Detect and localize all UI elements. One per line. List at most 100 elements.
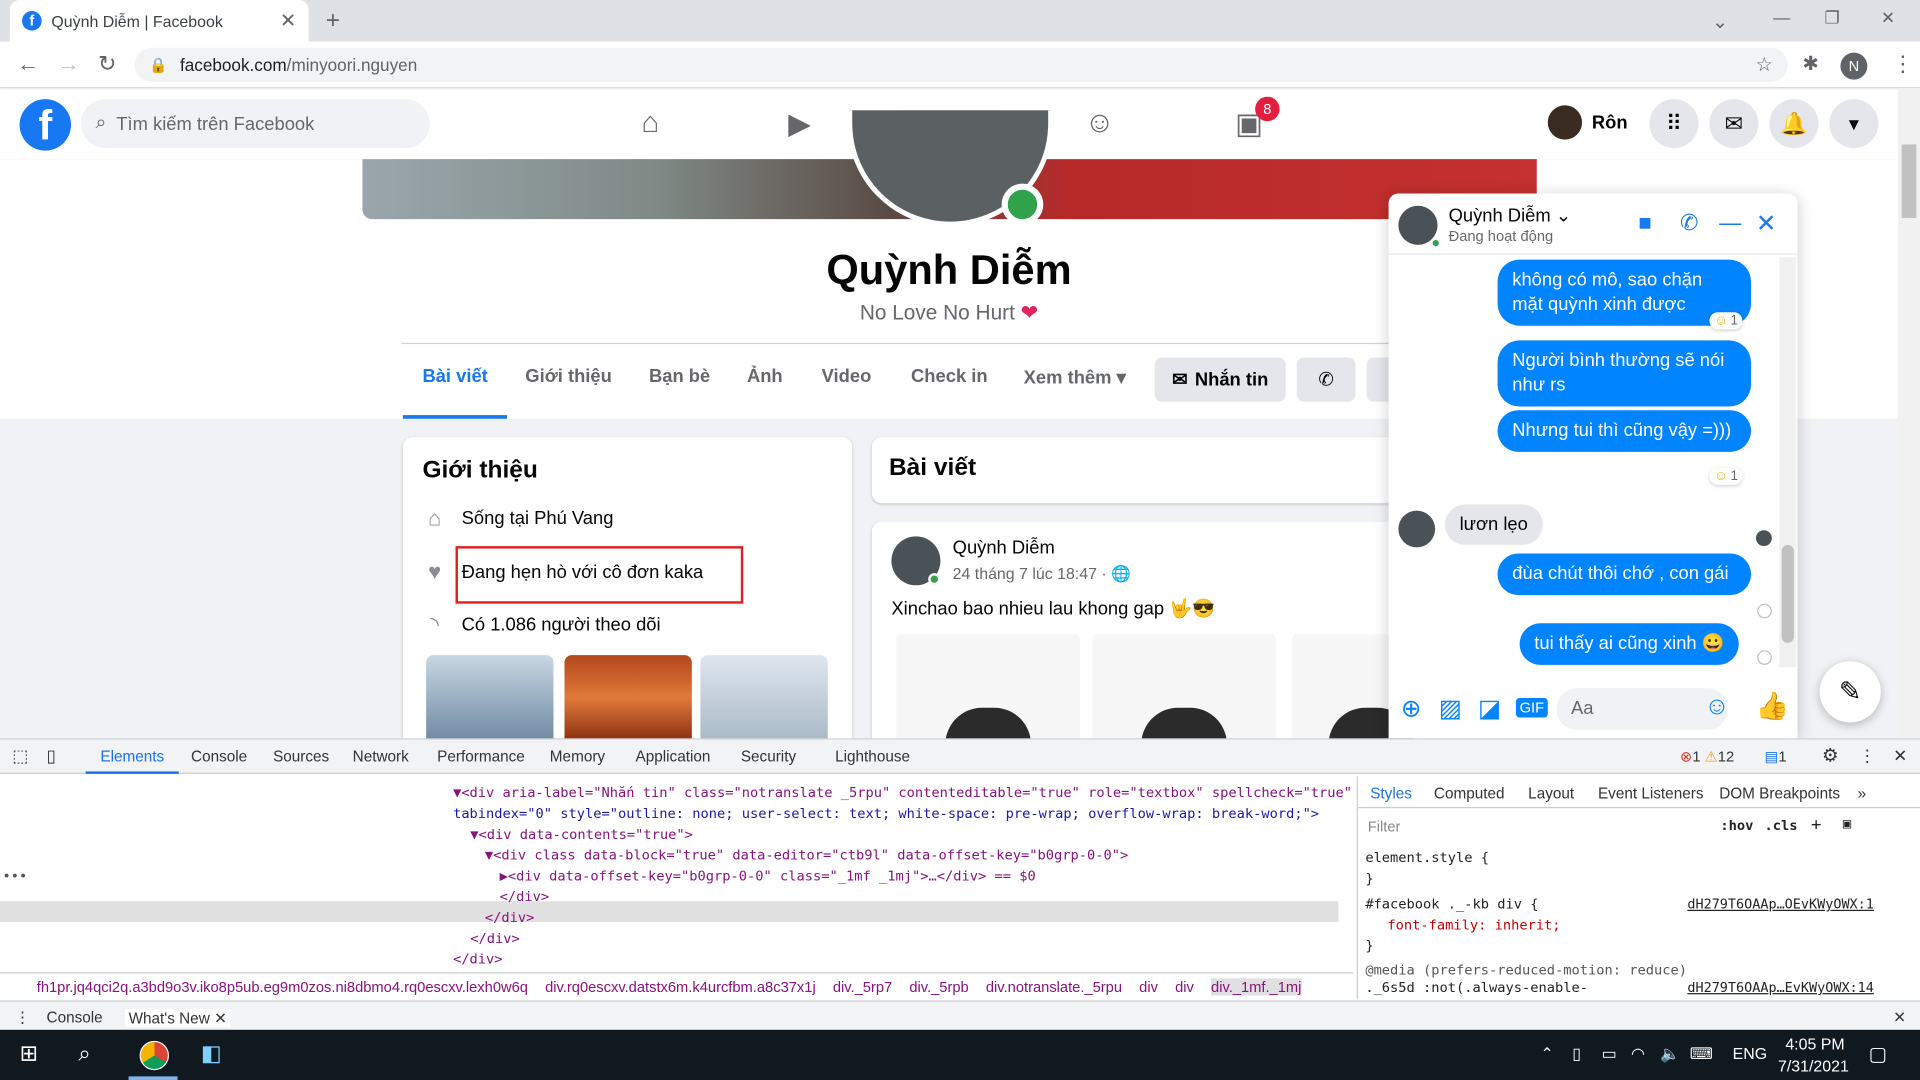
tab-more[interactable]: Xem thêm ▾	[1024, 366, 1126, 388]
styles-filter-input[interactable]: Filter	[1363, 813, 1706, 840]
sidebar-toggle-icon[interactable]: ▣	[1843, 816, 1851, 832]
account-dropdown-icon[interactable]: ▼	[1829, 99, 1879, 149]
drawer-tab-console[interactable]: Console	[47, 1009, 103, 1026]
sticker-icon[interactable]: ◪	[1478, 693, 1501, 724]
tab-console[interactable]: Console	[191, 748, 247, 765]
more-options-icon[interactable]: ⋮	[1859, 746, 1876, 767]
tab-event-listeners[interactable]: Event Listeners	[1598, 785, 1704, 802]
chrome-taskbar-icon[interactable]	[139, 1040, 169, 1071]
profile-avatar[interactable]: N	[1840, 52, 1868, 80]
language-indicator[interactable]: ENG	[1733, 1044, 1767, 1062]
tab-checkin[interactable]: Check in	[911, 366, 988, 387]
menu-grid-icon[interactable]: ⠿	[1649, 99, 1699, 149]
plus-icon[interactable]: ⊕	[1401, 693, 1422, 724]
watch-icon[interactable]: ▶	[775, 102, 824, 146]
add-rule-icon[interactable]: +	[1811, 816, 1821, 836]
search-icon[interactable]: ⌕	[78, 1041, 90, 1067]
settings-gear-icon[interactable]: ⚙	[1822, 744, 1838, 767]
reload-icon[interactable]: ↻	[98, 51, 116, 77]
extensions-icon[interactable]: ✱	[1802, 51, 1818, 75]
breadcrumb-item[interactable]: div.rq0escxv.datstx6m.k4urcfbm.a8c37x1j	[545, 978, 816, 995]
url-input[interactable]: 🔒 facebook.com/minyoori.nguyen ☆	[134, 47, 1788, 83]
breadcrumb-item[interactable]: div	[1175, 978, 1194, 995]
style-source-link[interactable]: dH279T6OAAp…OEvKWyOWX:1	[1687, 896, 1874, 912]
drawer-menu-icon[interactable]: ⋮	[15, 1008, 30, 1026]
tab-application[interactable]: Application	[636, 748, 711, 765]
close-chat-icon[interactable]: ✕	[1756, 208, 1777, 239]
groups-icon[interactable]: ☺	[1075, 102, 1124, 146]
messenger-icon[interactable]: ✉	[1709, 99, 1759, 149]
video-call-icon[interactable]: ■	[1638, 211, 1651, 237]
dom-line[interactable]: ▼<div aria-label="Nhắn tin" class="notra…	[453, 782, 1352, 803]
message-input[interactable]: Aa	[1556, 688, 1728, 730]
restore-icon[interactable]: ❐	[1825, 7, 1840, 28]
chat-name[interactable]: Quỳnh Diễm ⌄	[1449, 204, 1572, 227]
minimize-icon[interactable]: —	[1773, 7, 1790, 27]
clock-time[interactable]: 4:05 PM	[1785, 1035, 1844, 1053]
style-line[interactable]: font-family: inherit;	[1387, 917, 1560, 933]
post-photo[interactable]	[1092, 634, 1276, 745]
clock-date[interactable]: 7/31/2021	[1778, 1057, 1849, 1075]
tab-about[interactable]: Giới thiệu	[525, 366, 612, 387]
dom-line[interactable]: ▼<div class data-block="true" data-edito…	[485, 845, 1128, 866]
bookmark-star-icon[interactable]: ☆	[1756, 53, 1774, 77]
tray-device-icon[interactable]: ▯	[1572, 1044, 1581, 1064]
dom-line[interactable]: ▼<div data-contents="true">	[470, 824, 693, 845]
battery-icon[interactable]: ▭	[1602, 1044, 1617, 1064]
close-tab-icon[interactable]: ✕	[280, 9, 296, 33]
message-bubble[interactable]: lươn lẹo	[1444, 504, 1543, 545]
call-button[interactable]: ✆	[1296, 357, 1356, 402]
tab-lighthouse[interactable]: Lighthouse	[835, 748, 910, 765]
close-devtools-icon[interactable]: ✕	[1893, 746, 1907, 767]
post-photo[interactable]	[896, 634, 1081, 745]
emoji-icon[interactable]: ☺	[1705, 693, 1730, 721]
new-tab-icon[interactable]: +	[326, 7, 340, 35]
photo-thumbnail[interactable]	[700, 655, 828, 741]
dom-line[interactable]: </div>	[485, 907, 534, 928]
notification-center-icon[interactable]: ▢	[1869, 1042, 1888, 1066]
wifi-icon[interactable]: ◠	[1631, 1044, 1645, 1064]
volume-icon[interactable]: 🔈	[1660, 1044, 1680, 1064]
app-taskbar-icon[interactable]: ◧	[201, 1041, 222, 1067]
like-icon[interactable]: 👍	[1756, 691, 1790, 723]
profile-menu-icon[interactable]: ⌄	[1712, 10, 1728, 34]
post-author[interactable]: Quỳnh Diễm	[953, 538, 1055, 559]
device-toggle-icon[interactable]: ▯	[47, 746, 56, 767]
tab-dom-breakpoints[interactable]: DOM Breakpoints	[1719, 785, 1840, 802]
user-profile-link[interactable]: Rôn	[1547, 105, 1628, 140]
photo-thumbnail[interactable]	[426, 655, 554, 741]
drawer-tab-whats-new[interactable]: What's New ✕	[124, 1008, 231, 1028]
back-icon[interactable]: ←	[17, 51, 39, 77]
dom-tree[interactable]: ▼<div aria-label="Nhắn tin" class="notra…	[0, 776, 1353, 969]
close-drawer-icon[interactable]: ✕	[1893, 1008, 1906, 1026]
inspect-icon[interactable]: ⬚	[12, 746, 28, 767]
post-photo[interactable]	[1291, 634, 1415, 745]
style-source-link[interactable]: dH279T6OAAp…EvKWyOWX:14	[1687, 980, 1874, 996]
breadcrumb-item[interactable]: div._5rp7	[833, 978, 892, 995]
notifications-bell-icon[interactable]: 🔔	[1769, 99, 1819, 149]
close-window-icon[interactable]: ✕	[1881, 7, 1895, 28]
page-scrollbar[interactable]	[1897, 89, 1920, 739]
tab-styles[interactable]: Styles	[1370, 785, 1412, 802]
facebook-search-input[interactable]: ⌕ Tìm kiếm trên Facebook	[80, 99, 430, 149]
windows-start-icon[interactable]: ⊞	[20, 1041, 38, 1067]
tab-security[interactable]: Security	[741, 748, 796, 765]
breadcrumb-item[interactable]: div._1mf._1mj	[1211, 977, 1302, 995]
info-counter[interactable]: ▤1	[1765, 748, 1787, 765]
tab-network[interactable]: Network	[353, 748, 409, 765]
tab-posts[interactable]: Bài viết	[402, 366, 508, 419]
tab-elements[interactable]: Elements	[85, 748, 180, 774]
new-message-button[interactable]: ✎	[1819, 661, 1881, 723]
tab-memory[interactable]: Memory	[550, 748, 605, 765]
dom-line[interactable]: </div>	[500, 887, 549, 908]
message-bubble[interactable]: tui thấy ai cũng xinh 😀	[1519, 623, 1740, 665]
message-bubble[interactable]: Nhưng tui thì cũng vậy =)))	[1497, 410, 1752, 452]
more-tabs-icon[interactable]: »	[1858, 785, 1867, 802]
photo-thumbnail[interactable]	[564, 655, 692, 741]
breadcrumb-item[interactable]: div	[1139, 978, 1158, 995]
ellipsis-icon[interactable]: •••	[2, 866, 27, 887]
gif-icon[interactable]: GIF	[1515, 697, 1548, 718]
tab-photos[interactable]: Ảnh	[747, 366, 783, 387]
scroll-thumb[interactable]	[1781, 544, 1794, 643]
class-toggle[interactable]: .cls	[1765, 818, 1798, 834]
